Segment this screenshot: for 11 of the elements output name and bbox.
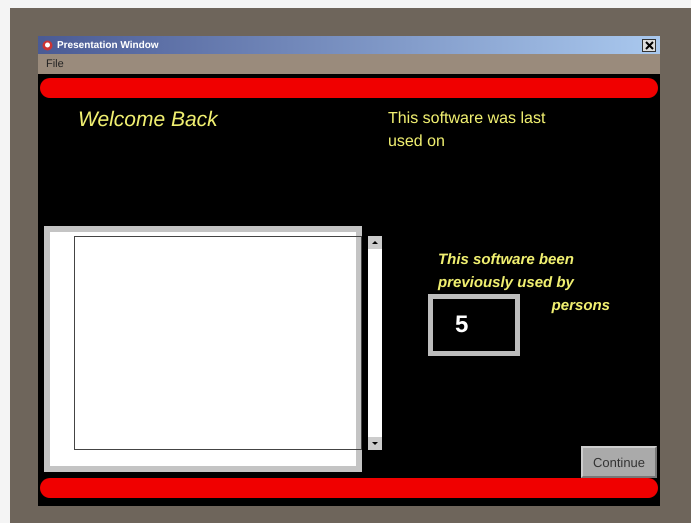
continue-button[interactable]: Continue (581, 446, 657, 478)
welcome-heading: Welcome Back (78, 108, 218, 132)
scrollbar[interactable] (368, 236, 382, 450)
user-count-field: 5 (428, 294, 520, 356)
scroll-up-icon[interactable] (368, 236, 382, 249)
app-icon (42, 40, 53, 50)
menu-item[interactable]: File (46, 58, 64, 70)
window-title: Presentation Window (57, 40, 160, 50)
last-used-text: This software was last used on (388, 109, 546, 152)
close-button[interactable] (642, 38, 656, 52)
scroll-down-icon[interactable] (368, 437, 382, 450)
